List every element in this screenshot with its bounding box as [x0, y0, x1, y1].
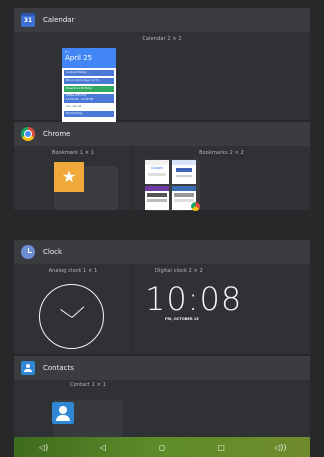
calendar-icon-day: 31 [23, 17, 33, 24]
bookmark-thumbnail: Google [145, 160, 169, 184]
calendar-event: Mon 4 room (days 1 of 3) [64, 78, 114, 84]
bookmark-star-icon: ★ [54, 162, 84, 192]
calendar-event-time: 11:00 AM - 12:00 PM [66, 98, 93, 101]
widget-label: Calendar 2 × 2 [142, 36, 182, 42]
calendar-widgets-row: Calendar 2 × 2 Fri April 25 In-Store Hol… [14, 32, 310, 130]
home-icon[interactable]: ○ [155, 440, 169, 454]
volume-down-icon[interactable]: ◁) [37, 440, 51, 454]
calendar-widget-2x2[interactable]: Calendar 2 × 2 Fri April 25 In-Store Hol… [14, 32, 310, 130]
analog-clock-face [39, 284, 104, 349]
calendar-event: Dave Puo's Birthday [64, 86, 114, 92]
bookmarks-widget-2x2[interactable]: Bookmarks 2 × 2 Google [133, 146, 310, 211]
calendar-event: In-Store Holiday [64, 70, 114, 76]
calendar-app-title: Calendar [43, 16, 75, 24]
calendar-icon: 31 [21, 13, 35, 27]
clock-app-title: Clock [43, 248, 63, 256]
calendar-event: World IP Day [64, 111, 114, 117]
chrome-icon [21, 127, 35, 141]
calendar-preview-date: April 25 [65, 54, 93, 62]
navigation-bar: ◁) ◁ ○ □ ◁)) [14, 437, 310, 457]
digital-clock-time: 10:08 [145, 280, 243, 318]
widget-label: Bookmark 1 × 1 [51, 150, 95, 156]
digital-clock-date: FRI, OCTOBER 15 [165, 317, 199, 321]
recents-icon[interactable]: □ [214, 440, 228, 454]
back-icon[interactable]: ◁ [96, 440, 110, 454]
chrome-widgets-row: Bookmark 1 × 1 ★ Bookmarks 2 × 2 Google [14, 146, 310, 211]
analog-clock-widget[interactable]: Analog clock 1 × 1 [14, 264, 132, 354]
clock-icon [21, 245, 35, 259]
widget-label: Analog clock 1 × 1 [48, 268, 98, 274]
volume-up-icon[interactable]: ◁)) [273, 440, 287, 454]
bookmark-thumbnail [172, 160, 196, 184]
contact-widget-1x1[interactable]: Contact 1 × 1 [14, 380, 310, 446]
digital-clock-widget[interactable]: Digital clock 2 × 2 10:08 FRI, OCTOBER 1… [133, 264, 310, 354]
chrome-badge-icon [191, 202, 200, 211]
clock-section-header: Clock [14, 240, 310, 264]
widget-label: Bookmarks 2 × 2 [199, 150, 244, 156]
calendar-event-date: Sun, Apr 28 [66, 105, 82, 108]
contacts-widgets-row: Contact 1 × 1 [14, 380, 310, 446]
bookmark-widget-1x1[interactable]: Bookmark 1 × 1 ★ [14, 146, 132, 210]
calendar-widget-preview: Fri April 25 In-Store Holiday Mon 4 room… [62, 48, 116, 130]
calendar-event: Coffee with Eric 11:00 AM - 12:00 PM [64, 94, 114, 103]
widget-label: Contact 1 × 1 [69, 382, 107, 388]
minute-hand [71, 305, 84, 318]
clock-widgets-row: Analog clock 1 × 1 Digital clock 2 × 2 1… [14, 264, 310, 354]
widget-label: Digital clock 2 × 2 [155, 268, 203, 274]
contact-card-icon [52, 402, 74, 424]
hour-hand [59, 308, 72, 318]
contacts-icon [21, 361, 35, 375]
contacts-app-title: Contacts [43, 364, 74, 372]
chrome-section-header: Chrome [14, 122, 310, 146]
calendar-section-header: 31 Calendar [14, 8, 310, 32]
bookmark-thumbnail [145, 186, 169, 210]
contacts-section-header: Contacts [14, 356, 310, 380]
chrome-app-title: Chrome [43, 130, 71, 138]
